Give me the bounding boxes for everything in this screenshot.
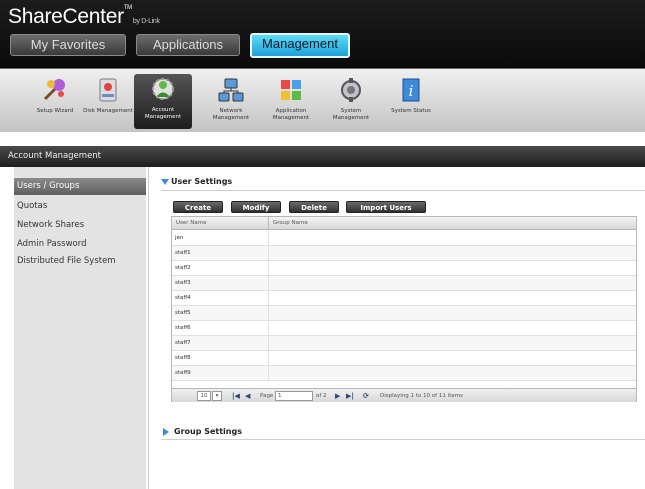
svg-text:i: i — [409, 82, 414, 100]
toolbar-setup-wizard[interactable]: Setup Wizard — [26, 75, 84, 129]
info-icon: i — [402, 78, 420, 102]
user-settings-toggle[interactable]: User Settings — [161, 177, 232, 186]
page-number-input[interactable]: 1 — [275, 391, 313, 401]
next-page-icon[interactable]: ▶ — [335, 389, 340, 403]
wizard-icon — [43, 79, 65, 101]
toolbar-application-management[interactable]: Application Management — [262, 75, 320, 129]
divider — [161, 190, 645, 191]
table-row[interactable]: staff3 — [172, 276, 636, 291]
toolbar-label: Application Management — [272, 108, 310, 121]
toolbar-system-management[interactable]: System Management — [322, 75, 380, 129]
group-settings-title: Group Settings — [174, 427, 242, 436]
tab-management[interactable]: Management — [250, 33, 350, 58]
tab-applications[interactable]: Applications — [136, 34, 240, 56]
header: ShareCenterTM by D-Link My Favorites Appl… — [0, 0, 645, 68]
column-divider — [268, 291, 269, 306]
sidebar-item-distributed-file-system[interactable]: Distributed File System — [14, 253, 146, 270]
page-total-label: of 2 — [316, 393, 327, 399]
user-settings-title: User Settings — [171, 177, 233, 186]
user-name-cell: staff3 — [175, 280, 191, 286]
displaying-status: Displaying 1 to 10 of 11 items — [380, 393, 463, 399]
user-name-cell: staff1 — [175, 250, 191, 256]
management-toolbar: Setup Wizard Disk Management Account Man… — [0, 68, 645, 132]
column-divider — [268, 366, 269, 381]
column-divider — [268, 276, 269, 291]
table-header: User Name Group Name — [172, 217, 636, 230]
first-page-icon[interactable]: |◀ — [232, 389, 240, 403]
column-divider — [268, 336, 269, 351]
column-divider — [268, 306, 269, 321]
create-button[interactable]: Create — [173, 201, 223, 213]
expand-right-icon — [163, 427, 169, 436]
brand-byline: by D-Link — [132, 18, 160, 25]
toolbar-label: System Status — [391, 108, 431, 114]
table-row[interactable]: staff4 — [172, 291, 636, 306]
column-user-name[interactable]: User Name — [176, 217, 207, 230]
user-name-cell: jen — [175, 235, 184, 241]
delete-button[interactable]: Delete — [289, 201, 339, 213]
user-name-cell: staff8 — [175, 355, 191, 361]
toolbar-label: System Management — [332, 108, 370, 121]
sidebar: Users / Groups Quotas Network Shares Adm… — [14, 167, 146, 489]
tab-my-favorites[interactable]: My Favorites — [10, 34, 126, 56]
toolbar-account-management[interactable]: Account Management — [134, 74, 192, 129]
page-label: Page — [260, 393, 274, 399]
system-icon — [341, 78, 361, 102]
column-group-name[interactable]: Group Name — [273, 217, 308, 230]
user-table: User Name Group Name jen staff1 staff2 s… — [171, 216, 637, 402]
last-page-icon[interactable]: ▶| — [346, 389, 354, 403]
toolbar-system-status[interactable]: i System Status — [382, 75, 440, 129]
page-size-dropdown-icon[interactable]: ▾ — [212, 391, 222, 401]
table-row[interactable]: staff6 — [172, 321, 636, 336]
user-name-cell: staff9 — [175, 370, 191, 376]
toolbar-label: Setup Wizard — [36, 108, 74, 114]
disk-icon — [99, 78, 117, 102]
previous-page-icon[interactable]: ◀ — [245, 389, 250, 403]
user-name-cell: staff4 — [175, 295, 191, 301]
user-name-cell: staff6 — [175, 325, 191, 331]
app-window: ShareCenterTM by D-Link My Favorites Appl… — [0, 0, 645, 489]
table-row[interactable]: staff9 — [172, 366, 636, 381]
column-divider — [268, 261, 269, 276]
user-name-cell: staff5 — [175, 310, 191, 316]
toolbar-label: Account Management — [144, 107, 182, 120]
page-size-select[interactable]: 10 — [197, 391, 211, 401]
divider — [161, 439, 645, 440]
expand-down-icon — [161, 178, 169, 185]
section-header: Account Management — [0, 146, 645, 167]
brand-name: ShareCenter — [8, 5, 124, 28]
sidebar-item-users-groups[interactable]: Users / Groups — [14, 178, 146, 195]
column-divider — [268, 321, 269, 336]
table-body: jen staff1 staff2 staff3 staff4 staff5 s… — [172, 231, 636, 381]
table-row[interactable]: staff8 — [172, 351, 636, 366]
table-row[interactable]: staff1 — [172, 246, 636, 261]
column-divider — [268, 217, 269, 230]
sidebar-item-admin-password[interactable]: Admin Password — [14, 236, 146, 253]
user-name-cell: staff7 — [175, 340, 191, 346]
table-row[interactable]: jen — [172, 231, 636, 246]
pagination-bar: 10 ▾ |◀ ◀ Page 1 of 2 ▶ ▶| ⟳ Displaying … — [172, 388, 636, 402]
table-row[interactable]: staff5 — [172, 306, 636, 321]
brand-logo: ShareCenterTM by D-Link — [8, 5, 160, 29]
sidebar-item-quotas[interactable]: Quotas — [14, 198, 146, 215]
column-divider — [268, 231, 269, 246]
toolbar-disk-management[interactable]: Disk Management — [79, 75, 137, 129]
network-icon — [218, 78, 244, 102]
column-divider — [268, 351, 269, 366]
refresh-icon[interactable]: ⟳ — [363, 389, 369, 403]
user-name-cell: staff2 — [175, 265, 191, 271]
account-icon — [152, 78, 174, 100]
column-divider — [268, 246, 269, 261]
import-users-button[interactable]: Import Users — [346, 201, 426, 213]
group-settings-toggle[interactable]: Group Settings — [163, 427, 242, 436]
brand-trademark: TM — [123, 5, 132, 11]
table-row[interactable]: staff2 — [172, 261, 636, 276]
sidebar-item-network-shares[interactable]: Network Shares — [14, 217, 146, 234]
toolbar-label: Disk Management — [83, 108, 133, 114]
toolbar-label: Network Management — [212, 108, 250, 121]
application-icon — [281, 80, 301, 100]
toolbar-network-management[interactable]: Network Management — [202, 75, 260, 129]
modify-button[interactable]: Modify — [231, 201, 281, 213]
table-row[interactable]: staff7 — [172, 336, 636, 351]
